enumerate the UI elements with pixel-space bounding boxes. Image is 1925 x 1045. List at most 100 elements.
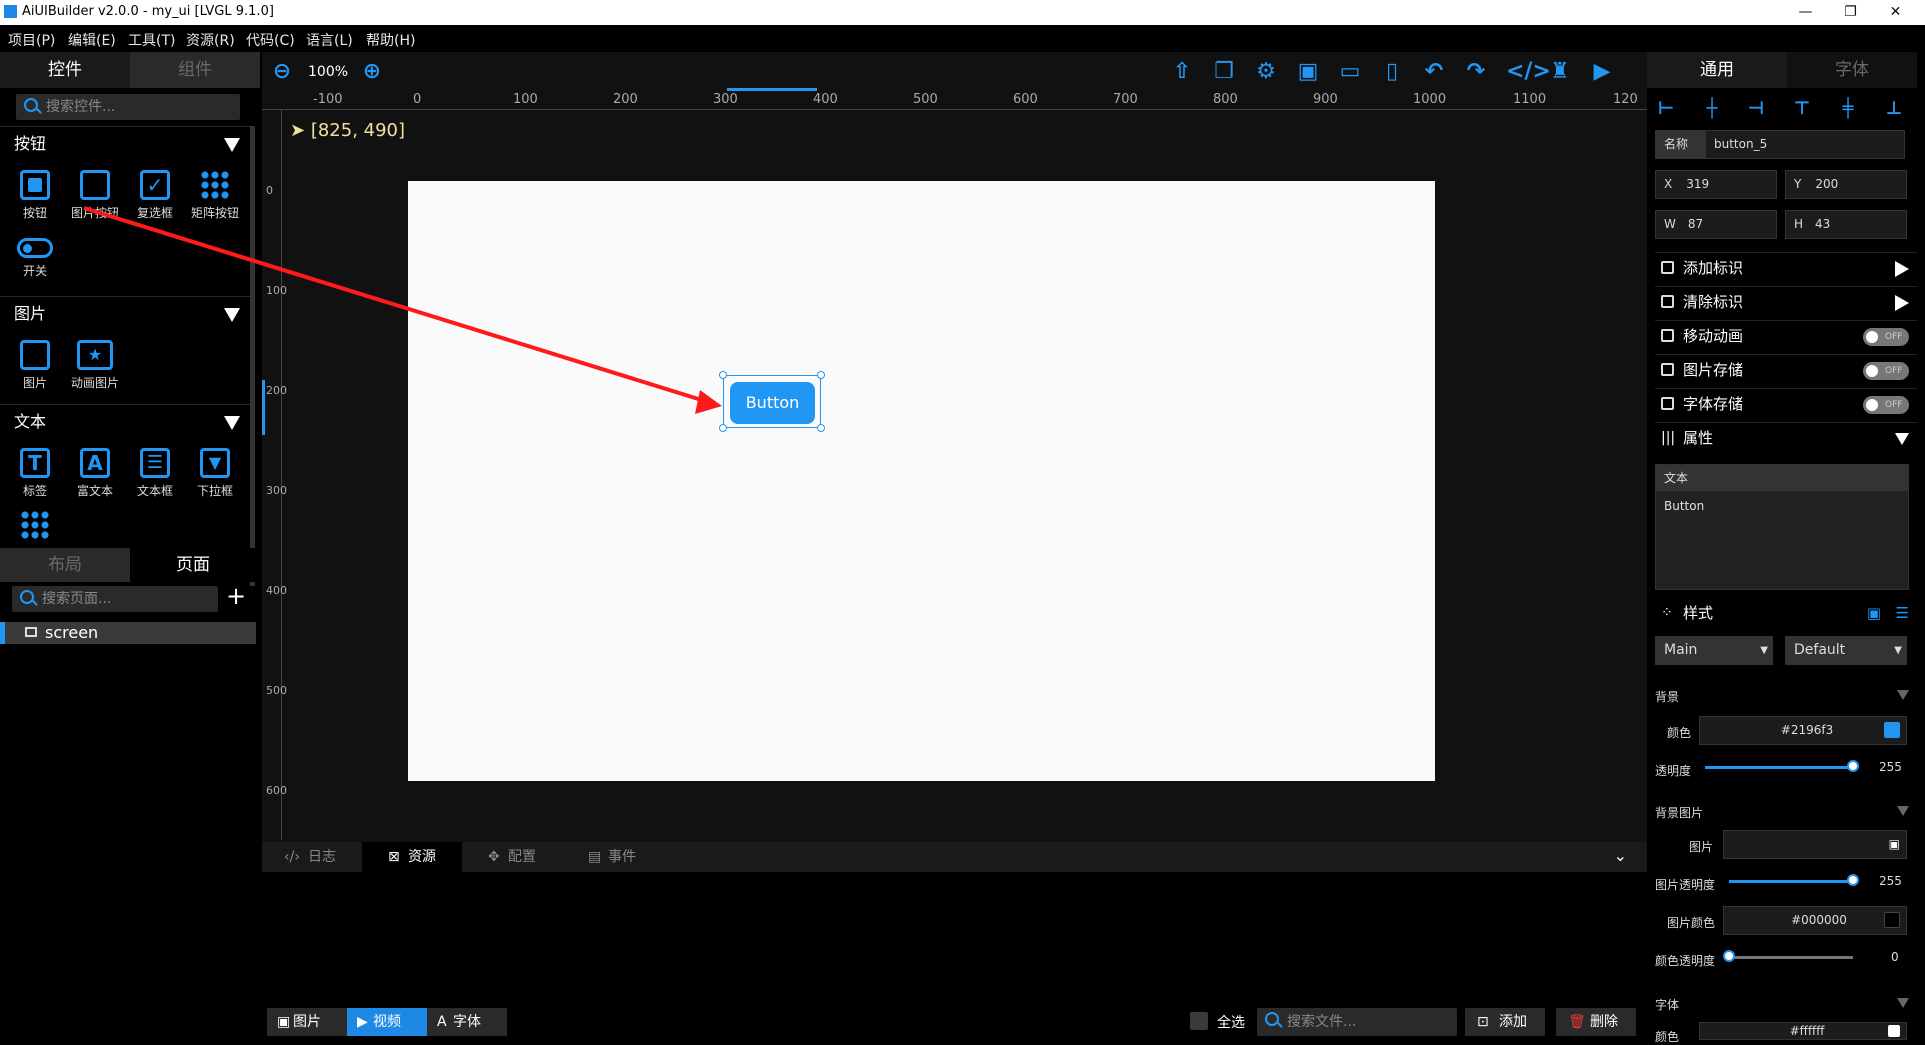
tab-font[interactable]: 字体 <box>1787 52 1917 88</box>
align-center-v-icon[interactable]: ╪ <box>1837 98 1859 120</box>
row-font-storage[interactable]: 字体存储 OFF <box>1655 388 1917 418</box>
h-label: H <box>1794 217 1804 231</box>
img-opacity-value: 255 <box>1879 874 1902 888</box>
add-asset-label: 添加 <box>1499 1014 1527 1030</box>
file-search-placeholder: 搜索文件... <box>1287 1014 1357 1030</box>
img-color-swatch[interactable] <box>1884 912 1900 928</box>
expand-arrow-icon <box>1895 295 1909 311</box>
delete-asset-label: 删除 <box>1590 1014 1618 1030</box>
img-color-label: 图片颜色 <box>1667 916 1716 930</box>
font-color-swatch[interactable] <box>1888 1025 1900 1037</box>
align-bottom-icon[interactable]: ⊥ <box>1883 98 1905 120</box>
color-opacity-knob[interactable] <box>1723 950 1735 962</box>
tab-resources[interactable]: ⊠ 资源 <box>362 842 462 872</box>
config-icon: ✥ <box>488 849 500 865</box>
collapse-icon[interactable] <box>1897 998 1909 1008</box>
add-icon: ⊡ <box>1477 1014 1489 1030</box>
collapse-icon <box>1895 433 1909 445</box>
bookmark-icon <box>1661 295 1674 308</box>
row-label: 图片存储 <box>1683 361 1744 379</box>
x-value: 319 <box>1686 177 1710 191</box>
img-color-value: #000000 <box>1791 913 1847 927</box>
image-picker-icon[interactable]: ▣ <box>1889 831 1900 858</box>
bg-image-section-title: 背景图片 <box>1655 806 1704 820</box>
tab-config[interactable]: ✥ 配置 <box>462 842 562 872</box>
tab-log[interactable]: ‹/› 日志 <box>262 842 362 872</box>
bg-color-input[interactable]: #2196f3 <box>1699 716 1907 745</box>
bg-opacity-knob[interactable] <box>1847 760 1859 772</box>
add-asset-button[interactable]: ⊡ 添加 <box>1465 1008 1545 1036</box>
name-input[interactable]: button_5 <box>1705 130 1905 159</box>
row-style[interactable]: ⁘ 样式 ▣ ☰ <box>1655 598 1917 628</box>
name-label: 名称 <box>1655 130 1705 159</box>
font-color-label: 颜色 <box>1655 1030 1680 1044</box>
img-opacity-knob[interactable] <box>1847 874 1859 886</box>
row-add-marker[interactable]: 添加标识 <box>1655 252 1917 282</box>
bg-section-title: 背景 <box>1655 690 1680 704</box>
image-icon <box>1661 363 1674 376</box>
img-opacity-label: 图片透明度 <box>1655 878 1716 892</box>
select-all-checkbox[interactable] <box>1190 1012 1208 1030</box>
code-icon: ‹/› <box>284 849 300 865</box>
part-value: Main <box>1664 642 1698 658</box>
collapse-icon[interactable] <box>1897 806 1909 816</box>
text-property-value[interactable]: Button <box>1656 491 1908 521</box>
asset-tab-images[interactable]: ▣ 图片 <box>267 1008 347 1036</box>
w-value: 87 <box>1687 217 1704 231</box>
select-all-label: 全选 <box>1217 1015 1245 1031</box>
file-search-input[interactable]: 搜索文件... <box>1257 1008 1457 1036</box>
expand-arrow-icon <box>1895 261 1909 277</box>
row-label: 字体存储 <box>1683 395 1744 413</box>
h-input[interactable]: H 43 <box>1785 210 1907 239</box>
align-center-h-icon[interactable]: ┼ <box>1701 98 1723 120</box>
bg-image-input[interactable]: ▣ <box>1723 830 1907 859</box>
part-select[interactable]: Main ▼ <box>1655 636 1773 665</box>
bg-color-label: 颜色 <box>1667 726 1692 740</box>
bg-color-swatch[interactable] <box>1884 722 1900 738</box>
h-value: 43 <box>1815 217 1831 231</box>
font-icon <box>1661 397 1674 410</box>
tab-events[interactable]: ▤ 事件 <box>562 842 662 872</box>
img-color-input[interactable]: #000000 <box>1723 906 1907 935</box>
tab-general[interactable]: 通用 <box>1647 52 1787 88</box>
resource-panel: ▣ 图片 ▶ 视频 A 字体 全选 搜索文件... ⊡ 添加 🗑 删除 <box>262 872 1647 1045</box>
bookmark-icon <box>1661 261 1674 274</box>
w-input[interactable]: W 87 <box>1655 210 1777 239</box>
collapse-panel-icon[interactable]: ⌄ <box>1614 846 1627 865</box>
row-properties[interactable]: ||| 属性 <box>1655 422 1917 452</box>
font-section-title: 字体 <box>1655 998 1680 1012</box>
collapse-icon[interactable] <box>1897 690 1909 700</box>
bg-opacity-value: 255 <box>1879 760 1902 774</box>
x-input[interactable]: X 319 <box>1655 170 1777 199</box>
image-storage-switch[interactable]: OFF <box>1863 362 1909 380</box>
color-opacity-slider[interactable] <box>1729 956 1853 959</box>
asset-tab-videos[interactable]: ▶ 视频 <box>347 1008 427 1036</box>
search-icon <box>1265 1012 1279 1026</box>
move-animation-switch[interactable]: OFF <box>1863 328 1909 346</box>
row-image-storage[interactable]: 图片存储 OFF <box>1655 354 1917 384</box>
asset-tab-label: 图片 <box>293 1014 321 1030</box>
align-left-icon[interactable]: ⊢ <box>1655 98 1677 120</box>
list-icon[interactable]: ☰ <box>1896 598 1909 628</box>
font-storage-switch[interactable]: OFF <box>1863 396 1909 414</box>
events-icon: ▤ <box>588 849 602 865</box>
y-input[interactable]: Y 200 <box>1785 170 1907 199</box>
row-move-animation[interactable]: 移动动画 OFF <box>1655 320 1917 350</box>
y-label: Y <box>1794 177 1802 191</box>
tab-events-label: 事件 <box>608 849 636 865</box>
bg-opacity-slider[interactable] <box>1705 766 1853 769</box>
align-right-icon[interactable]: ⊣ <box>1745 98 1767 120</box>
align-top-icon[interactable]: ⊤ <box>1791 98 1813 120</box>
asset-tab-fonts[interactable]: A 字体 <box>427 1008 507 1036</box>
row-clear-marker[interactable]: 清除标识 <box>1655 286 1917 316</box>
text-property-box[interactable]: 文本 Button <box>1655 464 1909 590</box>
font-icon: A <box>437 1014 447 1030</box>
save-style-icon[interactable]: ▣ <box>1867 598 1881 628</box>
img-opacity-slider[interactable] <box>1729 880 1853 883</box>
tab-log-label: 日志 <box>308 849 336 865</box>
delete-asset-button[interactable]: 🗑 删除 <box>1556 1008 1636 1036</box>
state-select[interactable]: Default ▼ <box>1785 636 1907 665</box>
asset-tab-label: 字体 <box>453 1014 481 1030</box>
font-color-input[interactable]: #ffffff <box>1699 1022 1907 1040</box>
row-label: 属性 <box>1683 429 1714 447</box>
